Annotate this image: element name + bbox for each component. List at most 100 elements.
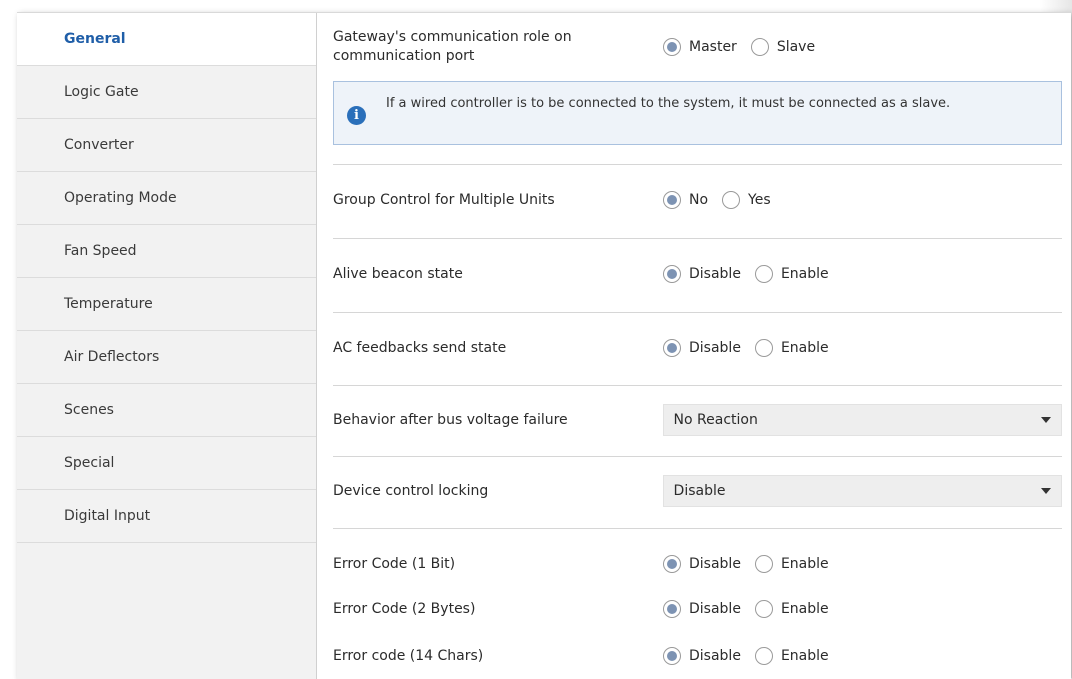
radio-option-label: Master [689,39,737,55]
alive-beacon-row: Alive beacon state Disable Enable [333,262,1062,286]
radio-checked-icon[interactable] [663,265,681,283]
error-1bit-radio-group: Disable Enable [663,555,843,573]
radio-option-label: Enable [780,556,829,572]
error-1bit-row: Error Code (1 Bit) Disable Enable [333,552,1062,576]
sidebar-item-operating-mode[interactable]: Operating Mode [17,172,316,225]
group-control-no-option[interactable]: No [663,191,708,209]
radio-unchecked-icon[interactable] [750,38,769,56]
radio-option-label: Disable [689,340,741,356]
radio-checked-icon[interactable] [663,600,681,618]
sidebar-item-temperature[interactable]: Temperature [17,278,316,331]
device-locking-select[interactable]: Disable [662,475,1062,507]
info-message-box: i If a wired controller is to be connect… [333,81,1062,145]
select-value: Disable [673,483,726,499]
settings-panel: General Logic Gate Converter Operating M… [17,12,1071,679]
window-frame: General Logic Gate Converter Operating M… [0,0,1072,679]
sidebar-item-general[interactable]: General [17,13,316,66]
error-14chars-enable-option[interactable]: Enable [754,647,829,665]
error-2bytes-label: Error Code (2 Bytes) [333,600,476,617]
sidebar-item-logic-gate[interactable]: Logic Gate [17,66,316,119]
error-2bytes-row: Error Code (2 Bytes) Disable Enable [333,597,1062,621]
radio-checked-icon[interactable] [663,339,681,357]
sidebar-item-label: Converter [64,137,134,153]
error-14chars-disable-option[interactable]: Disable [663,647,741,665]
divider [333,385,1062,386]
info-message-text: If a wired controller is to be connected… [386,96,951,111]
comm-role-radio-group: Master Slave [663,38,829,56]
error-1bit-disable-option[interactable]: Disable [663,555,741,573]
sidebar-item-scenes[interactable]: Scenes [17,384,316,437]
group-control-radio-group: No Yes [663,191,785,209]
comm-role-master-option[interactable]: Master [663,38,737,56]
ac-feedbacks-disable-option[interactable]: Disable [663,339,741,357]
sidebar-item-label: General [64,31,126,47]
sidebar-item-label: Air Deflectors [64,349,160,365]
radio-option-label: Disable [689,556,741,572]
sidebar-item-fan-speed[interactable]: Fan Speed [17,225,316,278]
divider [333,238,1062,239]
select-value: No Reaction [673,412,758,428]
radio-unchecked-icon[interactable] [754,265,773,283]
sidebar-item-special[interactable]: Special [17,437,316,490]
comm-role-label: Gateway's communication role on communic… [333,29,572,64]
settings-content: Gateway's communication role on communic… [317,13,1071,679]
radio-unchecked-icon[interactable] [754,555,773,573]
sidebar-item-label: Special [64,455,115,471]
radio-option-label: Yes [748,192,771,208]
sidebar-item-label: Logic Gate [64,84,139,100]
bus-voltage-label: Behavior after bus voltage failure [333,411,568,428]
sidebar-item-label: Digital Input [64,508,151,524]
divider [333,312,1062,313]
alive-beacon-radio-group: Disable Enable [663,265,843,283]
sidebar-item-label: Fan Speed [64,243,137,259]
comm-role-slave-option[interactable]: Slave [750,38,816,56]
error-14chars-radio-group: Disable Enable [663,647,843,665]
divider [333,528,1062,529]
group-control-yes-option[interactable]: Yes [722,191,771,209]
device-locking-row: Device control locking Disable [333,475,1062,507]
sidebar-item-converter[interactable]: Converter [17,119,316,172]
error-2bytes-enable-option[interactable]: Enable [754,600,829,618]
radio-unchecked-icon[interactable] [754,647,773,665]
error-1bit-enable-option[interactable]: Enable [754,555,829,573]
bus-voltage-row: Behavior after bus voltage failure No Re… [333,404,1062,436]
radio-checked-icon[interactable] [663,38,681,56]
radio-option-label: Enable [780,266,829,282]
chevron-down-icon [1041,417,1051,423]
radio-unchecked-icon[interactable] [754,600,773,618]
error-14chars-row: Error code (14 Chars) Disable Enable [333,644,1062,668]
comm-role-row: Gateway's communication role on communic… [333,27,1062,67]
error-2bytes-disable-option[interactable]: Disable [663,600,741,618]
error-2bytes-radio-group: Disable Enable [663,600,843,618]
radio-option-label: Disable [689,601,741,617]
divider [333,164,1062,165]
ac-feedbacks-enable-option[interactable]: Enable [754,339,829,357]
error-14chars-label: Error code (14 Chars) [333,647,484,664]
radio-option-label: Disable [689,266,741,282]
alive-beacon-enable-option[interactable]: Enable [754,265,829,283]
radio-option-label: No [689,192,709,208]
ac-feedbacks-row: AC feedbacks send state Disable Enable [333,336,1062,360]
sidebar-item-label: Operating Mode [64,190,177,206]
sidebar-item-digital-input[interactable]: Digital Input [17,490,316,543]
sidebar-item-air-deflectors[interactable]: Air Deflectors [17,331,316,384]
radio-option-label: Disable [689,648,741,664]
radio-checked-icon[interactable] [663,555,681,573]
device-locking-label: Device control locking [333,482,489,499]
radio-checked-icon[interactable] [663,191,681,209]
bus-voltage-select[interactable]: No Reaction [662,404,1062,436]
radio-option-label: Enable [780,601,829,617]
info-icon: i [347,106,366,125]
ac-feedbacks-radio-group: Disable Enable [663,339,843,357]
group-control-label: Group Control for Multiple Units [333,191,555,208]
alive-beacon-label: Alive beacon state [333,265,463,282]
chevron-down-icon [1041,488,1051,494]
sidebar: General Logic Gate Converter Operating M… [17,13,317,679]
alive-beacon-disable-option[interactable]: Disable [663,265,741,283]
group-control-row: Group Control for Multiple Units No Yes [333,188,1062,212]
radio-option-label: Slave [776,39,816,55]
error-1bit-label: Error Code (1 Bit) [333,555,456,572]
radio-unchecked-icon[interactable] [722,191,741,209]
radio-unchecked-icon[interactable] [754,339,773,357]
radio-checked-icon[interactable] [663,647,681,665]
